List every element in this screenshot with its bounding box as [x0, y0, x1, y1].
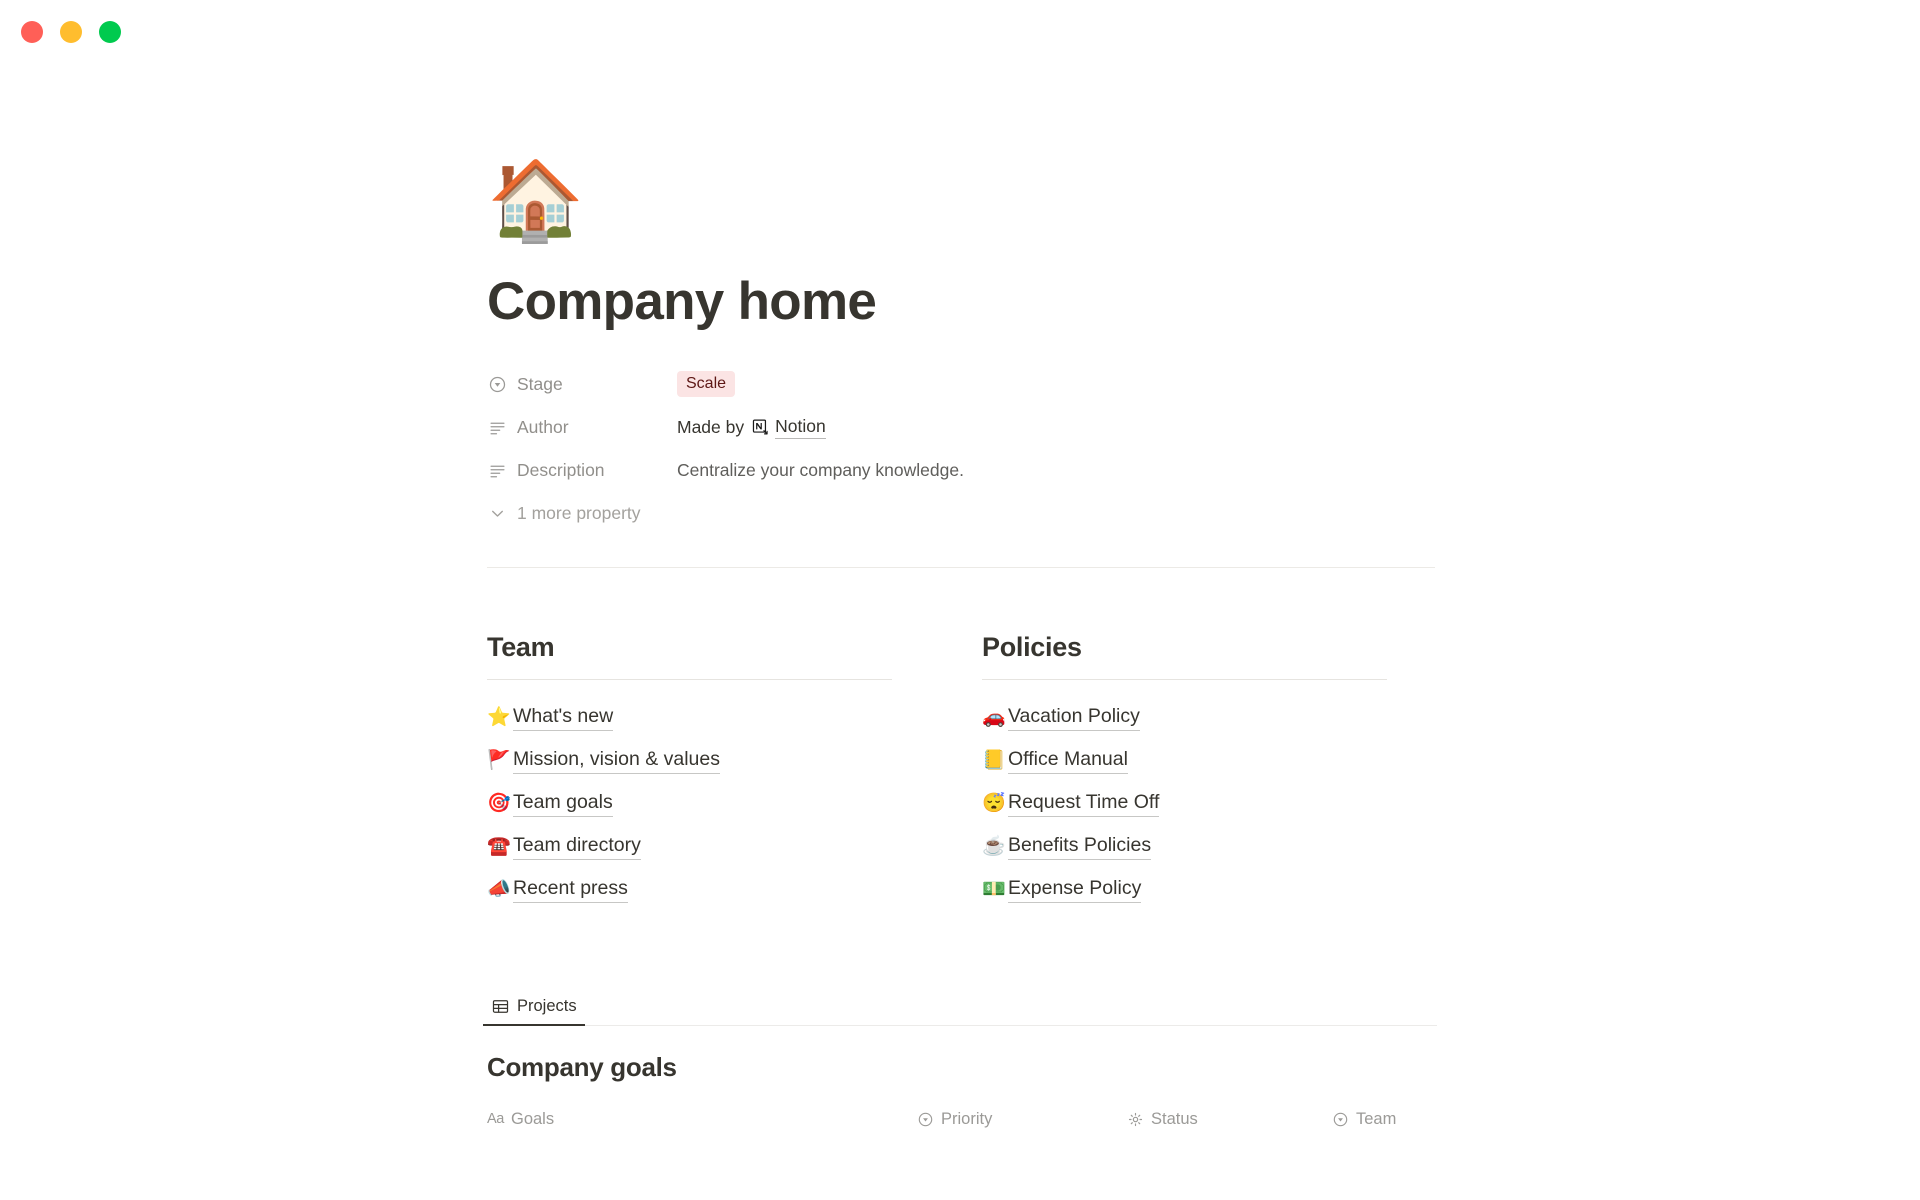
title-aa-icon: Aa [487, 1111, 504, 1128]
table-icon [491, 998, 509, 1016]
page-link-benefits-policies[interactable]: Benefits Policies [1008, 834, 1152, 860]
property-name-description: Description [517, 459, 605, 480]
property-value-description[interactable]: Centralize your company knowledge. [677, 460, 964, 481]
property-label-stage: Stage [487, 374, 677, 395]
list-item[interactable]: 💵 Expense Policy [982, 872, 1437, 907]
dart-emoji: 🎯 [487, 793, 511, 815]
page-link-office-manual[interactable]: Office Manual [1008, 748, 1128, 774]
telephone-emoji: ☎️ [487, 836, 511, 858]
column-team: Team ⭐ What's new 🚩 Mission, vision & va… [487, 632, 942, 915]
page-link-recent-press[interactable]: Recent press [513, 877, 628, 903]
house-emoji[interactable]: 🏠 [487, 161, 1437, 257]
team-link-list: ⭐ What's new 🚩 Mission, vision & values … [487, 700, 942, 907]
link-columns: Team ⭐ What's new 🚩 Mission, vision & va… [487, 632, 1437, 915]
list-item[interactable]: 😴 Request Time Off [982, 786, 1437, 821]
text-icon [487, 460, 507, 480]
list-item[interactable]: 📒 Office Manual [982, 743, 1437, 778]
close-window-button[interactable] [21, 21, 43, 43]
column-rule [982, 679, 1387, 681]
column-policies: Policies 🚗 Vacation Policy 📒 Office Manu… [982, 632, 1437, 915]
car-emoji: 🚗 [982, 707, 1006, 729]
megaphone-emoji: 📣 [487, 879, 511, 901]
property-row-author[interactable]: Author Made by Notion [487, 410, 1437, 444]
select-icon [487, 374, 507, 394]
property-name-stage: Stage [517, 373, 563, 394]
property-value-author[interactable]: Made by Notion [677, 416, 826, 439]
table-column-header-status[interactable]: Status [1127, 1110, 1332, 1129]
triangular-flag-emoji: 🚩 [487, 750, 511, 772]
list-item[interactable]: ⭐ What's new [487, 700, 942, 735]
property-row-stage[interactable]: Stage Scale [487, 367, 1437, 401]
sleeping-face-emoji: 😴 [982, 793, 1006, 815]
property-value-stage[interactable]: Scale [677, 371, 736, 398]
column-heading-team: Team [487, 632, 555, 663]
table-column-label-team: Team [1356, 1109, 1397, 1128]
page-properties: Stage Scale Author Made by Notion Descri… [487, 367, 1437, 530]
coffee-emoji: ☕ [982, 836, 1006, 858]
author-prefix-text: Made by [677, 416, 745, 437]
column-heading-policies: Policies [982, 632, 1082, 663]
status-icon [1127, 1111, 1144, 1128]
table-column-label-priority: Priority [941, 1109, 993, 1128]
ledger-emoji: 📒 [982, 750, 1006, 772]
tab-strip-underline [487, 1025, 1437, 1027]
select-icon [917, 1111, 934, 1128]
tab-label-projects: Projects [517, 997, 577, 1016]
maximize-window-button[interactable] [99, 21, 121, 43]
table-column-header-team[interactable]: Team [1332, 1110, 1437, 1129]
list-item[interactable]: 📣 Recent press [487, 872, 942, 907]
page-link-vacation-policy[interactable]: Vacation Policy [1008, 705, 1140, 731]
database-title[interactable]: Company goals [487, 1052, 1437, 1083]
page-link-mission-vision-values[interactable]: Mission, vision & values [513, 748, 720, 774]
notion-logo-icon [751, 418, 770, 437]
minimize-window-button[interactable] [60, 21, 82, 43]
property-name-author: Author [517, 416, 569, 437]
list-item[interactable]: ☎️ Team directory [487, 829, 942, 864]
page-link-team-goals[interactable]: Team goals [513, 791, 613, 817]
page-content: 🏠 Company home Stage Scale Author Made b… [483, 0, 1437, 1134]
property-label-description: Description [487, 460, 677, 481]
table-column-label-status: Status [1151, 1109, 1198, 1128]
list-item[interactable]: 🎯 Team goals [487, 786, 942, 821]
table-column-label-goals: Goals [511, 1109, 555, 1128]
text-icon [487, 417, 507, 437]
list-item[interactable]: 🚩 Mission, vision & values [487, 743, 942, 778]
chevron-down-icon [487, 503, 507, 523]
page-link-team-directory[interactable]: Team directory [513, 834, 641, 860]
table-header-row: Aa Goals Priority Status Team [487, 1104, 1437, 1134]
table-column-header-priority[interactable]: Priority [917, 1110, 1127, 1129]
property-label-author: Author [487, 417, 677, 438]
table-column-header-goals[interactable]: Aa Goals [487, 1110, 917, 1129]
list-item[interactable]: 🚗 Vacation Policy [982, 700, 1437, 735]
dollar-banknote-emoji: 💵 [982, 879, 1006, 901]
status-badge-scale[interactable]: Scale [677, 371, 736, 398]
policies-link-list: 🚗 Vacation Policy 📒 Office Manual 😴 Requ… [982, 700, 1437, 907]
list-item[interactable]: ☕ Benefits Policies [982, 829, 1437, 864]
page-link-expense-policy[interactable]: Expense Policy [1008, 877, 1142, 903]
star-emoji: ⭐ [487, 707, 511, 729]
page-link-whats-new[interactable]: What's new [513, 705, 614, 731]
page-title[interactable]: Company home [487, 272, 1437, 331]
window-traffic-lights [21, 21, 121, 43]
select-icon [1332, 1111, 1349, 1128]
database-tab-strip: Projects [483, 987, 1437, 1027]
author-notion-link[interactable]: Notion [775, 416, 826, 439]
database-section: Projects Company goals Aa Goals Priority [483, 987, 1437, 1134]
property-row-description[interactable]: Description Centralize your company know… [487, 453, 1437, 487]
more-properties-toggle[interactable]: 1 more property [487, 496, 1437, 530]
more-properties-label: 1 more property [517, 502, 641, 523]
section-divider [487, 567, 1435, 569]
column-rule [487, 679, 892, 681]
page-link-request-time-off[interactable]: Request Time Off [1008, 791, 1160, 817]
tab-projects[interactable]: Projects [483, 997, 585, 1027]
